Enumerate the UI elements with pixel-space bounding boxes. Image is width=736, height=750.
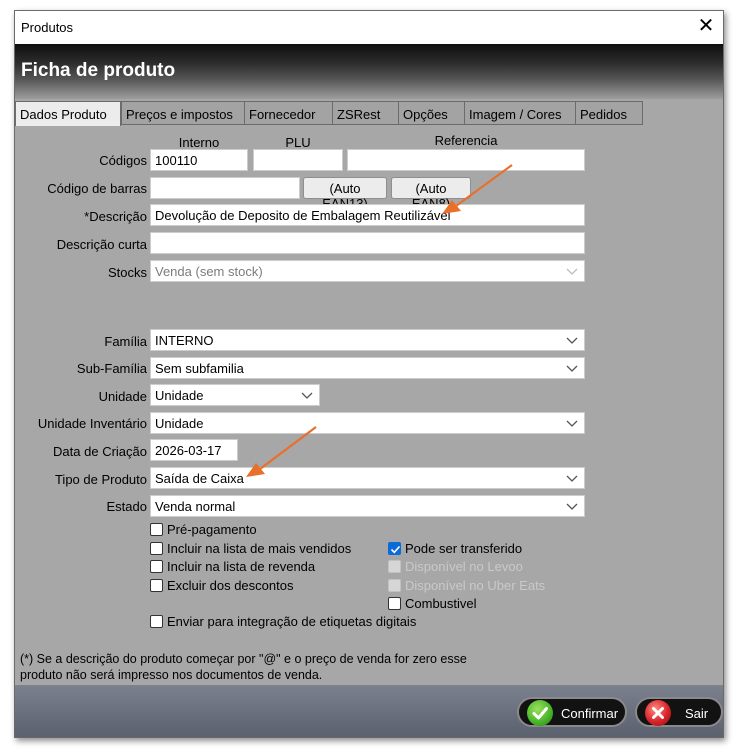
sub-familia-select[interactable]: Sem subfamilia [150,357,585,379]
checkbox-box [388,579,401,592]
codigos-label: Códigos [99,153,147,168]
tab-pedidos[interactable]: Pedidos [575,101,643,125]
tab-imagem-cores[interactable]: Imagem / Cores [464,101,576,125]
data-criacao-field[interactable]: 2026-03-17 [150,439,238,461]
pode-ser-transferido-checkbox[interactable]: Pode ser transferido [388,541,522,557]
sub-familia-label: Sub-Família [76,361,147,376]
codigo-barras-label: Código de barras [47,181,147,196]
unidade-inventario-select[interactable]: Unidade [150,412,585,434]
page-title: Ficha de produto [21,60,176,81]
descricao-curta-field[interactable] [150,232,585,254]
familia-value: INTERNO [155,333,214,348]
tab-precos-impostos[interactable]: Preços e impostos [121,101,245,125]
revenda-checkbox[interactable]: Incluir na lista de revenda [150,559,315,575]
revenda-label: Incluir na lista de revenda [167,559,316,574]
checkbox-box [388,597,401,610]
chevron-down-icon [566,420,578,427]
tab-bar: Dados Produto Preços e impostos Forneced… [15,101,723,126]
tab-opcoes[interactable]: Opções [398,101,465,125]
tipo-produto-label: Tipo de Produto [54,472,147,487]
combustivel-checkbox[interactable]: Combustivel [388,596,477,612]
close-icon[interactable]: ✕ [695,15,717,37]
stocks-value: Venda (sem stock) [155,264,263,279]
codigo-interno-field[interactable]: 100110 [150,149,248,171]
checkbox-checked-box [388,542,401,555]
column-header-plu: PLU [285,135,311,150]
header-banner: Ficha de produto [15,44,723,99]
disponivel-uber-eats-label: Disponível no Uber Eats [405,578,546,593]
tipo-produto-value: Saída de Caixa [155,471,244,486]
codigo-plu-field[interactable] [253,149,343,171]
pode-ser-transferido-label: Pode ser transferido [405,541,523,556]
product-dialog: Produtos ✕ Ficha de produto Dados Produt… [14,10,724,738]
footnote-line-2: produto não será impresso nos documentos… [20,668,323,682]
sair-button[interactable]: Sair [635,697,723,727]
estado-label: Estado [106,499,147,514]
descricao-field[interactable]: Devolução de Deposito de Embalagem Reuti… [150,204,585,226]
tab-fornecedor[interactable]: Fornecedor [244,101,333,125]
column-header-referencia: Referencia [434,133,498,148]
familia-select[interactable]: INTERNO [150,329,585,351]
sub-familia-value: Sem subfamilia [155,361,244,376]
mais-vendidos-label: Incluir na lista de mais vendidos [167,541,352,556]
chevron-down-icon [566,365,578,372]
codigo-barras-field[interactable] [150,177,300,199]
mais-vendidos-checkbox[interactable]: Incluir na lista de mais vendidos [150,541,351,557]
checkbox-box [150,560,163,573]
checkbox-box [150,579,163,592]
checkbox-box [150,542,163,555]
footnote-line-1: (*) Se a descrição do produto começar po… [20,652,467,666]
footer-bar: Confirmar Sair [15,685,723,737]
confirmar-button[interactable]: Confirmar [517,697,627,727]
checkbox-box [150,615,163,628]
disponivel-levoo-checkbox: Disponível no Levoo [388,559,523,575]
confirmar-label: Confirmar [561,706,619,721]
etiquetas-digitais-label: Enviar para integração de etiquetas digi… [167,614,417,629]
descricao-label: *Descrição [84,209,147,224]
chevron-down-icon [566,268,578,275]
estado-value: Venda normal [155,499,236,514]
etiquetas-digitais-checkbox[interactable]: Enviar para integração de etiquetas digi… [150,614,416,630]
sair-label: Sair [685,706,709,721]
unidade-select[interactable]: Unidade [150,384,320,406]
window-title: Produtos [21,20,74,35]
estado-select[interactable]: Venda normal [150,495,585,517]
codigo-referencia-field[interactable] [347,149,585,171]
close-circle-icon [645,700,671,726]
disponivel-uber-eats-checkbox: Disponível no Uber Eats [388,578,545,594]
column-header-interno: Interno [178,135,220,150]
checkbox-box [150,523,163,536]
disponivel-levoo-label: Disponível no Levoo [405,559,523,574]
checkmark-icon [390,545,401,554]
stocks-select: Venda (sem stock) [150,260,585,282]
unidade-label: Unidade [98,389,147,404]
data-criacao-label: Data de Criação [53,444,147,459]
unidade-value: Unidade [155,388,204,403]
tab-dados-produto[interactable]: Dados Produto [15,101,121,126]
footnote: (*) Se a descrição do produto começar po… [20,651,467,683]
chevron-down-icon [566,503,578,510]
checkbox-box [388,560,401,573]
combustivel-label: Combustivel [405,596,477,611]
title-bar: Produtos ✕ [15,11,723,44]
pre-pagamento-label: Pré-pagamento [167,522,257,537]
excluir-descontos-label: Excluir dos descontos [167,578,294,593]
stocks-label: Stocks [107,265,147,280]
tipo-produto-select[interactable]: Saída de Caixa [150,467,585,489]
auto-ean8-button[interactable]: (Auto EAN8) [391,177,471,211]
check-circle-icon [527,700,553,726]
unidade-inventario-label: Unidade Inventário [37,416,147,431]
tab-zsrest[interactable]: ZSRest [332,101,399,125]
unidade-inventario-value: Unidade [155,416,204,431]
familia-label: Família [104,334,147,349]
auto-ean13-button[interactable]: (Auto EAN13) [303,177,387,211]
excluir-descontos-checkbox[interactable]: Excluir dos descontos [150,578,293,594]
chevron-down-icon [301,392,313,399]
chevron-down-icon [566,337,578,344]
descricao-curta-label: Descrição curta [56,237,147,252]
chevron-down-icon [566,475,578,482]
pre-pagamento-checkbox[interactable]: Pré-pagamento [150,522,257,538]
